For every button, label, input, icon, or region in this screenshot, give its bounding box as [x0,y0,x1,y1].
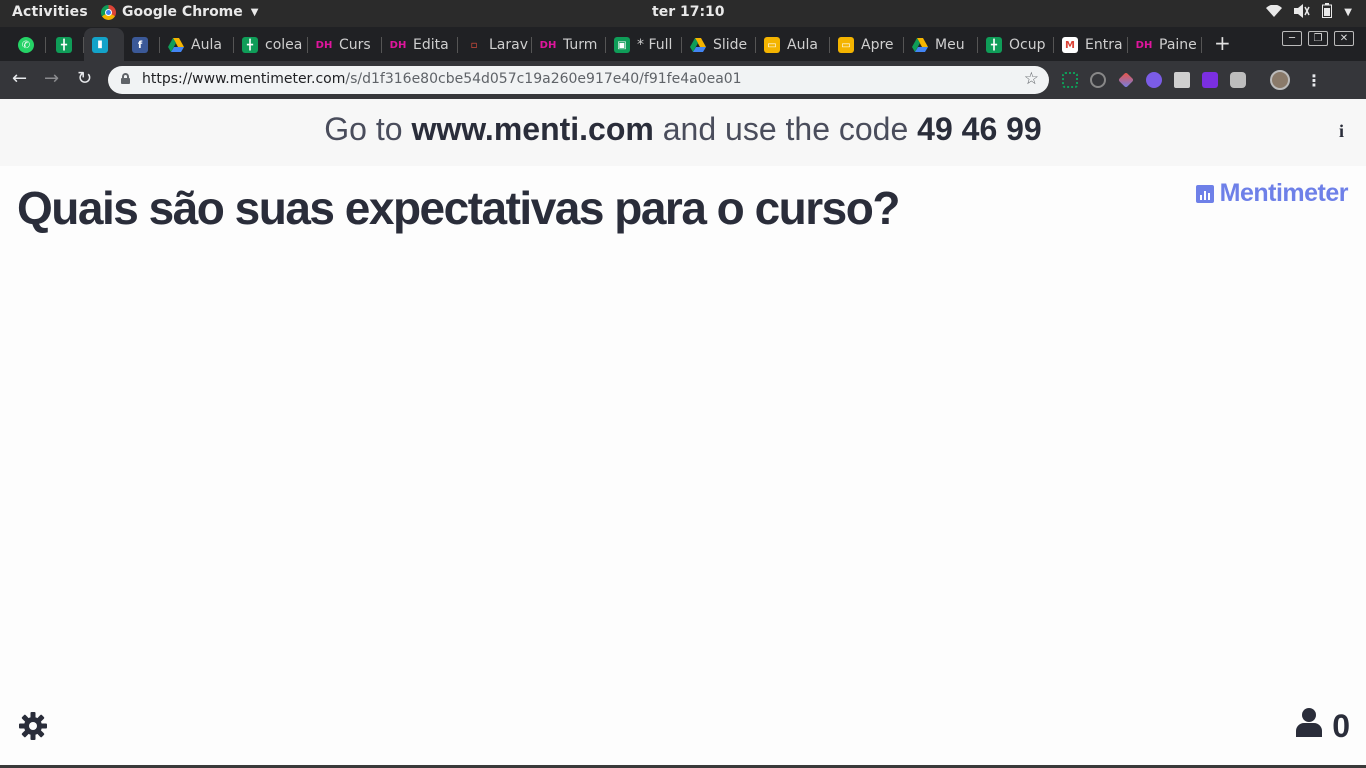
join-instructions-bar: Go to www.menti.com and use the code 49 … [0,99,1366,166]
tab-sheets-ocup[interactable]: ╋ Ocup [978,31,1054,59]
whatsapp-icon: ✆ [18,37,34,53]
tab-mentimeter[interactable]: ▮ [84,28,124,61]
presentation-page: Go to www.menti.com and use the code 49 … [0,99,1366,768]
address-bar[interactable]: https://www.mentimeter.com/s/d1f316e80cb… [108,66,1049,94]
tab-dh-painel[interactable]: DH Paine [1128,31,1202,59]
question-title: Quais são suas expectativas para o curso… [17,182,900,234]
app-menu[interactable]: Google Chrome ▼ [101,4,258,20]
r-extension-icon[interactable] [1146,72,1162,88]
join-code: 49 46 99 [917,111,1042,147]
back-arrow-icon[interactable]: ← [12,68,27,89]
chevron-down-icon: ▼ [250,6,259,18]
tab-dh-editar[interactable]: DH Edita [382,31,458,59]
screenshot-extension-icon[interactable] [1062,72,1078,88]
tab-drive-aula[interactable]: Aula [160,31,234,59]
reload-icon[interactable]: ↻ [77,68,92,89]
system-tray[interactable]: ▼ [1266,3,1352,22]
dh-icon: DH [539,39,557,51]
google-drive-icon [168,37,184,53]
dh-icon: DH [315,39,333,51]
google-drive-icon [690,37,706,53]
info-icon[interactable]: i [1339,121,1344,142]
i-extension-icon[interactable] [1202,72,1218,88]
mentimeter-icon: ▮ [92,36,108,53]
dh-icon: DH [389,39,407,51]
participant-counter: 0 [1296,707,1350,745]
google-slides-icon: ▭ [838,37,854,53]
google-sheets-icon: ╋ [242,37,258,53]
forward-arrow-icon[interactable]: → [44,68,59,89]
tab-slides-aula[interactable]: ▭ Aula [756,31,830,59]
participant-count: 0 [1332,707,1350,744]
tab-slides-apre[interactable]: ▭ Apre [830,31,904,59]
clock[interactable]: ter 17:10 [652,4,725,20]
tab-sheets-colea[interactable]: ╋ colea [234,31,308,59]
tab-laravel[interactable]: ▫ Larav [458,31,532,59]
tab-dh-curso[interactable]: DH Curs [308,31,382,59]
bookmark-star-icon[interactable]: ☆ [1024,69,1039,89]
extensions-area: ⋮ [1062,70,1322,90]
gmail-icon: M [1062,37,1078,53]
activities-button[interactable]: Activities [12,4,88,20]
google-sheets-icon: ╋ [986,37,1002,53]
bar-chart-icon [1195,184,1214,203]
browser-tab-strip: ✆ ╋ ▮ f Aula ╋ colea DH Curs DH Edita ▫ … [0,27,1366,61]
tab-drive-meu[interactable]: Meu [904,31,978,59]
minimize-icon[interactable]: ─ [1282,31,1302,46]
user-icon [1296,707,1323,745]
battery-icon [1322,3,1333,22]
google-sheets-icon: ╋ [56,37,72,53]
window-controls: ─ ❐ ✕ [1282,31,1354,46]
system-top-bar: Activities Google Chrome ▼ ter 17:10 ▼ [0,0,1366,27]
chrome-icon [101,4,116,20]
mentimeter-logo: Mentimeter [1195,179,1349,208]
kebab-menu-icon[interactable]: ⋮ [1306,71,1322,90]
trello-icon: ▣ [614,37,630,53]
wifi-icon [1266,4,1283,21]
url-text[interactable]: https://www.mentimeter.com/s/d1f316e80cb… [142,71,742,87]
timer-extension-icon[interactable] [1090,72,1106,88]
settings-gear-icon[interactable] [18,711,48,741]
app-name: Google Chrome [122,4,243,20]
google-slides-icon: ▭ [764,37,780,53]
dh-icon: DH [1135,39,1153,51]
tab-full[interactable]: ▣ * Full [606,31,682,59]
kite-extension-icon[interactable] [1118,72,1134,88]
chevron-down-icon: ▼ [1344,7,1352,18]
lock-icon [121,73,130,84]
tab-gmail[interactable]: M Entra [1054,31,1128,59]
close-icon[interactable]: ✕ [1334,31,1354,46]
tab-sheets[interactable]: ╋ [48,31,84,59]
tab-dh-turma[interactable]: DH Turm [532,31,606,59]
tab-drive-slide[interactable]: Slide [682,31,756,59]
brand-name: Mentimeter [1219,179,1349,207]
facebook-icon: f [132,37,148,53]
camera-extension-icon[interactable] [1230,72,1246,88]
chat-extension-icon[interactable] [1174,72,1190,88]
join-site: www.menti.com [411,111,654,147]
browser-toolbar: ← → ↻ https://www.mentimeter.com/s/d1f31… [0,61,1366,99]
volume-icon [1294,3,1310,22]
profile-avatar[interactable] [1270,70,1290,90]
tab-facebook[interactable]: f [124,31,160,59]
laravel-icon: ▫ [470,39,478,51]
new-tab-button[interactable]: + [1214,33,1231,53]
tab-whatsapp[interactable]: ✆ [10,31,46,59]
google-drive-icon [912,37,928,53]
restore-icon[interactable]: ❐ [1308,31,1328,46]
